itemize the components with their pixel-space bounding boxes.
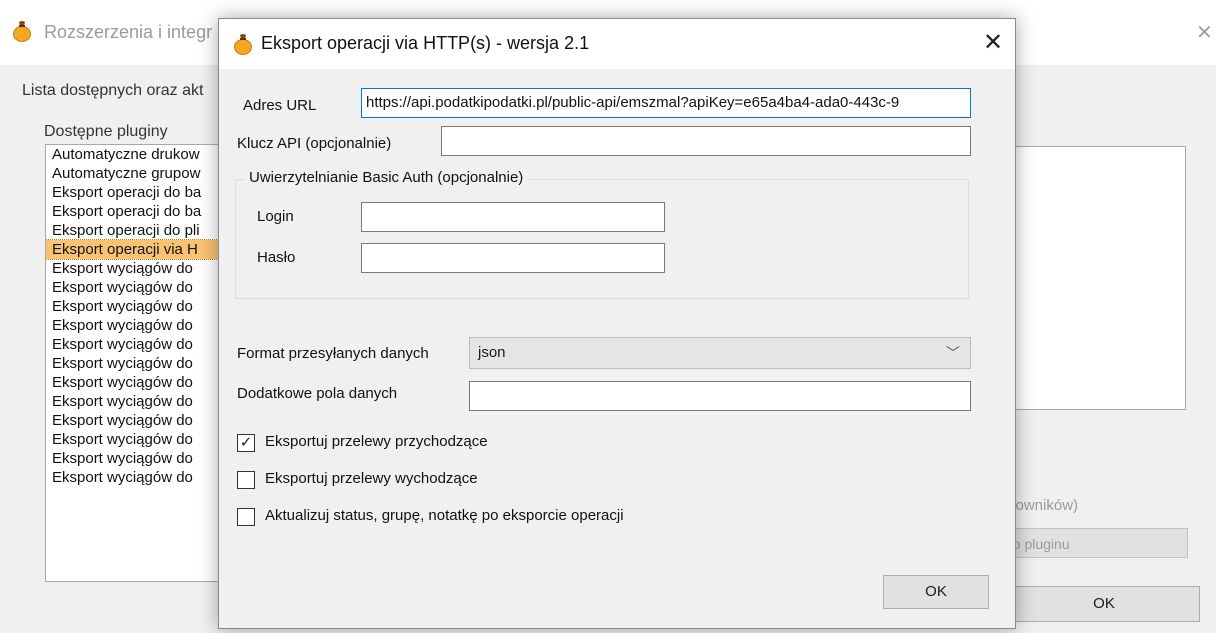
- background-description: Lista dostępnych oraz akt: [22, 82, 204, 99]
- background-window-title: Rozszerzenia i integr: [44, 22, 213, 42]
- extra-fields-label: Dodatkowe pola danych: [237, 385, 398, 402]
- incoming-transfers-checkbox[interactable]: ✓: [237, 434, 255, 452]
- plugin-list-item[interactable]: Eksport wyciągów do: [46, 335, 246, 354]
- chevron-down-icon: ﹀: [946, 345, 960, 361]
- close-button[interactable]: ✕: [979, 29, 1007, 57]
- extra-fields-input[interactable]: [469, 381, 971, 411]
- plugin-list-item[interactable]: Automatyczne drukow: [46, 145, 246, 164]
- plugin-list-item[interactable]: Eksport wyciągów do: [46, 259, 246, 278]
- dialog-title: Eksport operacji via HTTP(s) - wersja 2.…: [261, 33, 590, 53]
- plugin-list-item[interactable]: Eksport wyciągów do: [46, 392, 246, 411]
- plugin-details-box: [1000, 146, 1186, 410]
- outgoing-transfers-checkbox[interactable]: [237, 471, 255, 489]
- background-ok-button[interactable]: OK: [1008, 586, 1200, 622]
- plugin-list-item[interactable]: Eksport wyciągów do: [46, 278, 246, 297]
- api-key-input[interactable]: [441, 126, 971, 156]
- url-label: Adres URL: [243, 97, 317, 114]
- update-status-checkbox[interactable]: [237, 508, 255, 526]
- update-status-label: Aktualizuj status, grupę, notatkę po eks…: [265, 507, 624, 524]
- login-input[interactable]: [361, 202, 665, 232]
- plugin-list-item[interactable]: Eksport operacji via H: [46, 239, 246, 260]
- dialog-titlebar: Eksport operacji via HTTP(s) - wersja 2.…: [219, 19, 1015, 69]
- api-key-label: Klucz API (opcjonalnie): [237, 135, 392, 152]
- login-label: Login: [257, 208, 294, 225]
- plugin-info-button[interactable]: no pluginu: [998, 528, 1188, 558]
- format-select-value: json: [478, 344, 506, 361]
- basic-auth-legend: Uwierzytelnianie Basic Auth (opcjonalnie…: [245, 169, 528, 186]
- plugin-list-item[interactable]: Eksport operacji do pli: [46, 221, 246, 240]
- password-label: Hasło: [257, 249, 296, 266]
- plugin-list-item[interactable]: Eksport wyciągów do: [46, 411, 246, 430]
- plugins-list-label: Dostępne pluginy: [44, 123, 168, 140]
- plugin-list-item[interactable]: Eksport wyciągów do: [46, 430, 246, 449]
- plugin-list-item[interactable]: Eksport wyciągów do: [46, 468, 246, 487]
- url-input[interactable]: https://api.podatkipodatki.pl/public-api…: [361, 88, 971, 118]
- ok-button[interactable]: OK: [883, 575, 989, 609]
- plugin-list-item[interactable]: Eksport wyciągów do: [46, 297, 246, 316]
- outgoing-transfers-label: Eksportuj przelewy wychodzące: [265, 470, 478, 487]
- plugin-list-item[interactable]: Automatyczne grupow: [46, 164, 246, 183]
- format-label: Format przesyłanych danych: [237, 345, 429, 362]
- plugin-list-item[interactable]: Eksport wyciągów do: [46, 449, 246, 468]
- money-bag-icon: [12, 20, 32, 42]
- plugins-list[interactable]: Automatyczne drukow Automatyczne grupow Ek…: [45, 144, 247, 582]
- plugin-list-item[interactable]: Eksport operacji do ba: [46, 202, 246, 221]
- background-text-fragment: kowników): [1008, 497, 1079, 514]
- close-icon[interactable]: ✕: [1196, 20, 1213, 45]
- money-bag-icon: [233, 33, 253, 55]
- export-http-dialog: Eksport operacji via HTTP(s) - wersja 2.…: [218, 18, 1016, 629]
- format-select[interactable]: json ﹀: [469, 337, 971, 369]
- plugin-list-item[interactable]: Eksport wyciągów do: [46, 354, 246, 373]
- password-input[interactable]: [361, 243, 665, 273]
- incoming-transfers-label: Eksportuj przelewy przychodzące: [265, 433, 488, 450]
- plugin-list-item[interactable]: Eksport wyciągów do: [46, 373, 246, 392]
- basic-auth-group: [235, 179, 969, 299]
- plugin-list-item[interactable]: Eksport operacji do ba: [46, 183, 246, 202]
- plugin-list-item[interactable]: Eksport wyciągów do: [46, 316, 246, 335]
